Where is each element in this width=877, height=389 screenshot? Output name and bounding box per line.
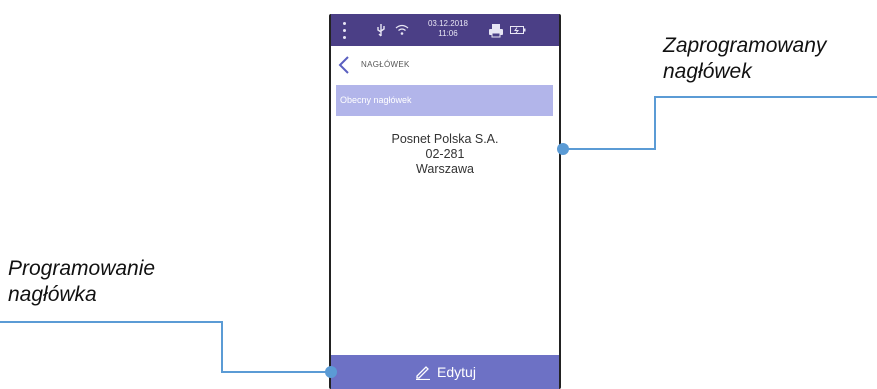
status-time: 11:06 xyxy=(438,29,458,38)
edit-button[interactable]: Edytuj xyxy=(331,355,559,389)
callout-left-line1: Programowanie xyxy=(8,257,156,280)
back-arrow-icon[interactable] xyxy=(337,55,351,75)
status-bar: 03.12.2018 11:06 xyxy=(331,14,559,46)
current-header-text: Posnet Polska S.A. 02-281 Warszawa xyxy=(331,132,559,177)
header-line-2: 02-281 xyxy=(425,147,465,161)
callout-right-line1: Zaprogramowany xyxy=(663,34,827,57)
menu-dots-icon[interactable] xyxy=(339,14,349,46)
usb-icon xyxy=(375,14,387,46)
callout-programmed-header: Zaprogramowany nagłówek xyxy=(663,33,826,85)
edit-button-label: Edytuj xyxy=(437,364,476,380)
pencil-icon xyxy=(416,366,431,380)
current-header-section: Obecny nagłówek xyxy=(336,85,553,116)
screen-title-bar: NAGŁÓWEK xyxy=(331,46,559,82)
callout-line-left xyxy=(0,321,331,373)
wifi-icon xyxy=(394,14,410,46)
printer-icon xyxy=(488,14,504,46)
screen-title: NAGŁÓWEK xyxy=(361,60,410,69)
callout-right-line2: nagłówek xyxy=(663,60,752,83)
device-frame: 03.12.2018 11:06 NAGŁÓWEK Obecny nagłówe… xyxy=(329,14,561,389)
status-date: 03.12.2018 xyxy=(427,19,469,28)
header-line-3: Warszawa xyxy=(416,162,474,176)
header-line-1: Posnet Polska S.A. xyxy=(391,132,499,146)
status-datetime: 03.12.2018 11:06 xyxy=(419,19,477,39)
battery-icon xyxy=(509,14,527,46)
section-label: Obecny nagłówek xyxy=(340,95,412,105)
callout-left-line2: nagłówka xyxy=(8,283,97,306)
callout-header-programming: Programowanie nagłówka xyxy=(8,256,155,308)
device-screen: 03.12.2018 11:06 NAGŁÓWEK Obecny nagłówe… xyxy=(331,14,559,389)
callout-line-right xyxy=(563,96,877,150)
